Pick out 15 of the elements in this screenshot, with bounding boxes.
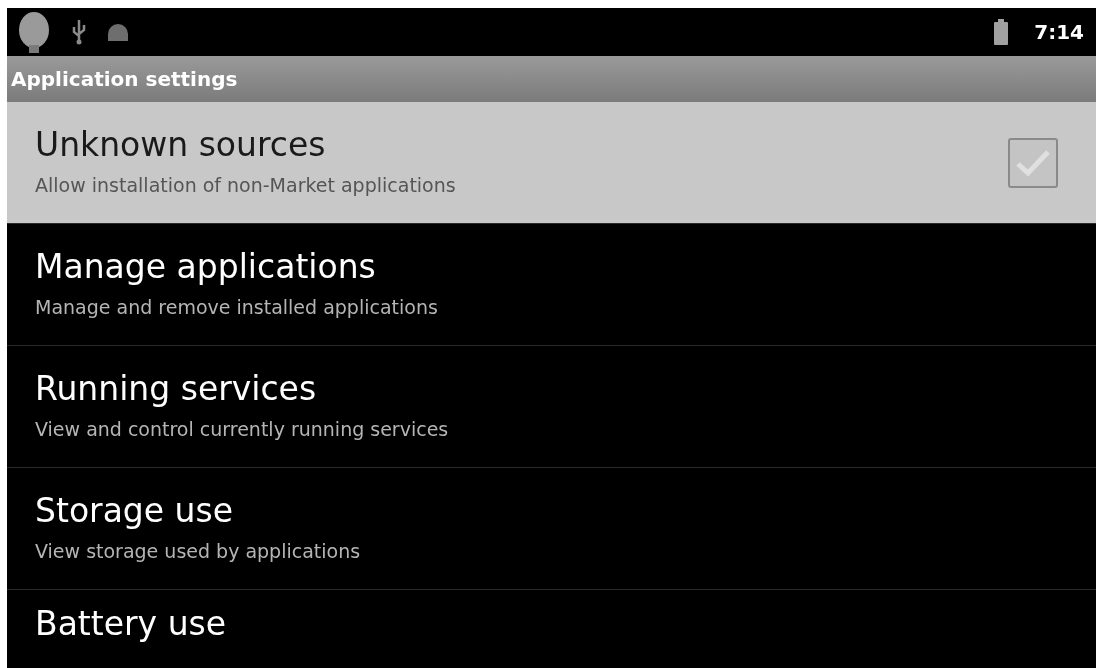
item-title: Running services xyxy=(35,369,318,410)
item-summary: View storage used by applications xyxy=(35,539,362,565)
battery-icon xyxy=(994,19,1009,45)
item-title: Storage use xyxy=(35,491,235,532)
item-summary: Manage and remove installed applications xyxy=(35,295,439,321)
clock-time: 7:14 xyxy=(1034,19,1084,46)
screen-title: Application settings xyxy=(11,66,238,93)
item-summary: Allow installation of non-Market applications xyxy=(35,173,457,199)
item-title: Manage applications xyxy=(35,247,377,288)
item-summary: View and control currently running services xyxy=(35,417,450,443)
settings-item[interactable]: Unknown sources Allow installation of non-Market applications xyxy=(7,102,1096,224)
item-title: Battery use xyxy=(35,604,228,644)
usb-icon xyxy=(71,19,87,45)
checkbox[interactable] xyxy=(1008,137,1058,188)
item-title: Unknown sources xyxy=(35,125,327,166)
